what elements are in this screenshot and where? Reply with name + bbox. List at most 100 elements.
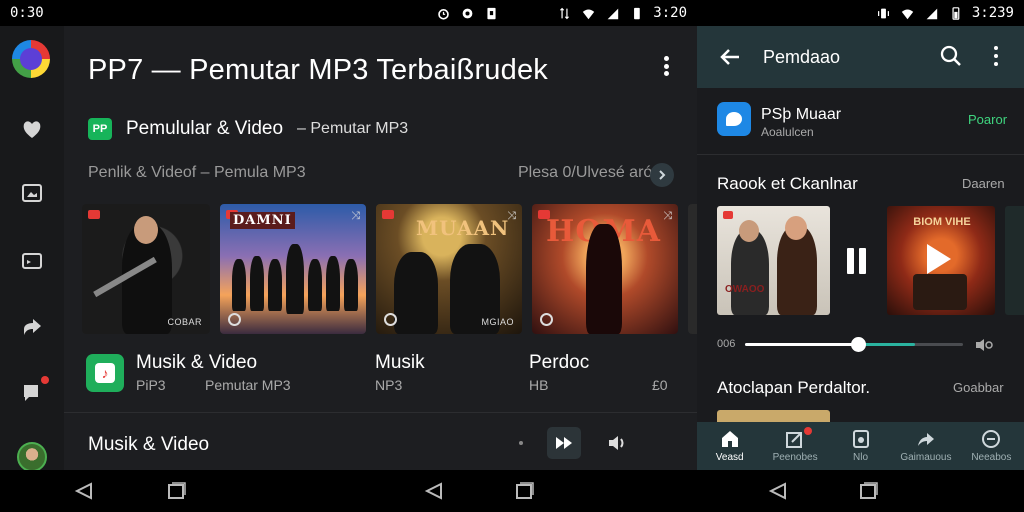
back-icon[interactable]: [74, 482, 94, 500]
album-card[interactable]: ⤨ DAMNI: [220, 204, 366, 334]
search-icon[interactable]: [939, 44, 963, 68]
edit-badge-icon: [786, 432, 803, 448]
dot: [994, 46, 998, 50]
nav-item-more[interactable]: Neeabos: [959, 422, 1024, 470]
band-member: [326, 256, 340, 311]
chevron-right-icon: [659, 170, 666, 180]
right-pane: Pemdaao PSþ Muaar Aoalulcen Poaror Raook…: [697, 26, 1024, 470]
album-card[interactable]: ⤨ MUAAN MGIAO: [376, 204, 522, 334]
section-title: Raook et Ckanlnar: [717, 174, 858, 193]
card-peek[interactable]: [1005, 206, 1024, 315]
status-time: 0:30: [10, 5, 44, 21]
pause-button[interactable]: [847, 248, 869, 274]
artist-figure: [586, 224, 622, 334]
system-navigation-bar: [0, 470, 1024, 512]
battery-icon: [952, 6, 960, 20]
seek-bar[interactable]: [745, 337, 963, 352]
row-see-all[interactable]: Plesa 0/Ulvesé aró: [518, 164, 652, 182]
card-tag: COBAR: [167, 317, 202, 327]
seek-progress: [745, 343, 859, 346]
seek-thumb[interactable]: [851, 337, 867, 352]
share-icon: [24, 319, 41, 335]
recents-icon[interactable]: [166, 482, 186, 500]
more-options-button[interactable]: [659, 52, 673, 80]
rail-item-share[interactable]: [17, 312, 47, 342]
back-icon[interactable]: [768, 482, 788, 500]
home-icon: [721, 431, 738, 447]
bottom-section-label: Musik & Video: [88, 434, 210, 455]
artist-face: [134, 216, 158, 244]
heart-shield-icon: [23, 121, 41, 138]
item-title[interactable]: Musik: [375, 352, 425, 374]
now-playing-cover[interactable]: OWAOO: [717, 206, 830, 315]
pause-bar: [847, 248, 854, 274]
item-subtitle: HB: [529, 377, 549, 393]
rail-item-library[interactable]: [17, 178, 47, 208]
nav-item-music[interactable]: Nlo: [828, 422, 893, 470]
dot: [994, 62, 998, 66]
nav-item-home[interactable]: Veasd: [697, 422, 762, 470]
volume-button[interactable]: [605, 430, 631, 456]
nav-item-edit[interactable]: Peenobes: [762, 422, 827, 470]
item-subtitle: Pemutar MP3: [205, 377, 291, 393]
separator-dot: [519, 441, 523, 445]
card-tag: MGIAO: [481, 317, 514, 327]
item-title[interactable]: Perdoc: [529, 352, 589, 374]
album-card[interactable]: COBAR: [82, 204, 210, 334]
section-header: PP Pemulular & Video – Pemutar MP3: [88, 118, 408, 140]
recents-icon[interactable]: [514, 482, 534, 500]
shuffle-icon: ⤨: [663, 210, 672, 222]
chat-icon: [24, 385, 38, 401]
album-card[interactable]: ⤨ HOMA: [532, 204, 678, 334]
notification-badge: [41, 376, 49, 384]
nav-label: Peenobes: [772, 452, 818, 463]
next-track-cover[interactable]: BIOM VIHE: [887, 206, 995, 315]
volume-icon[interactable]: [975, 337, 995, 353]
fast-forward-button[interactable]: [547, 427, 581, 459]
cover-title: BIOM VIHE: [913, 216, 971, 228]
app-action-button[interactable]: Poaror: [968, 112, 1007, 127]
nav-label: Neeabos: [971, 452, 1012, 463]
section-see-all[interactable]: Goabbar: [953, 380, 1004, 395]
dot: [663, 56, 669, 61]
play-ring-icon: [228, 313, 241, 326]
status-icons-right: 3:239: [876, 5, 1014, 21]
rail-item-messages[interactable]: [17, 376, 49, 408]
dot: [994, 54, 998, 58]
left-pane: PP7 — Pemutar MP3 Terbaißrudek PP Pemulu…: [0, 26, 708, 472]
rail-item-favorites[interactable]: [17, 114, 47, 144]
back-icon[interactable]: [424, 482, 444, 500]
play-ring-icon: [384, 313, 397, 326]
avatar[interactable]: [17, 442, 47, 472]
artist-figure: [394, 252, 438, 334]
cover-art-shape: [913, 274, 967, 310]
volume-icon: [609, 436, 624, 450]
app-title[interactable]: PSþ Muaar: [761, 106, 841, 124]
item-title[interactable]: Musik & Video: [136, 352, 257, 374]
chat-bubble-icon: [726, 112, 742, 126]
nav-label: Nlo: [853, 452, 869, 463]
rail-item-cast[interactable]: [17, 246, 47, 276]
status-icons: 3:20: [436, 5, 687, 21]
divider: [64, 412, 697, 413]
nav-item-share[interactable]: Gaimauous: [893, 422, 958, 470]
navigation-rail: [0, 26, 64, 472]
status-time-mid: 3:20: [653, 5, 687, 21]
row-next-button[interactable]: [650, 163, 674, 187]
pp-app-icon: PP: [88, 118, 112, 140]
signal-icon: [926, 8, 938, 19]
sync-icon: [462, 8, 473, 18]
more-options-button[interactable]: [989, 44, 1003, 68]
app-logo[interactable]: [12, 40, 50, 78]
artist-face: [785, 216, 807, 240]
section-see-all[interactable]: Daaren: [962, 176, 1005, 191]
back-arrow-icon[interactable]: [717, 44, 743, 70]
cast-icon: [22, 253, 42, 269]
wifi-icon: [583, 8, 595, 19]
cover-title: OWAOO: [725, 284, 765, 295]
status-bar-right: 3:239: [697, 0, 1024, 26]
card-peek[interactable]: [717, 410, 830, 422]
toolbar-title: Pemdaao: [763, 47, 841, 67]
nav-label: Veasd: [715, 452, 744, 463]
recents-icon[interactable]: [858, 482, 878, 500]
